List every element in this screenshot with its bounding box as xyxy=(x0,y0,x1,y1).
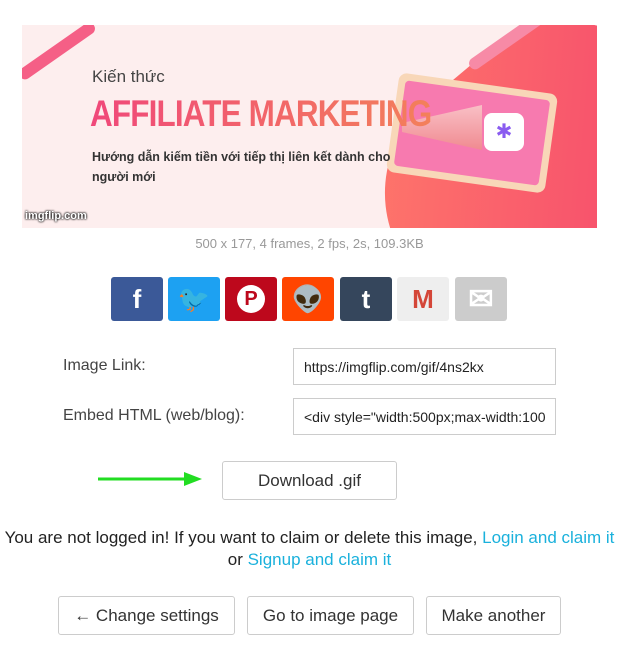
make-another-button[interactable]: Make another xyxy=(426,596,561,635)
arrow-icon xyxy=(98,472,202,486)
share-reddit-button[interactable]: 👽 xyxy=(282,277,334,321)
embed-html-label: Embed HTML (web/blog): xyxy=(63,407,245,424)
download-gif-button[interactable]: Download .gif xyxy=(222,461,397,500)
gif-image: ✱ Kiến thức AFFILIATE MARKETING Hướng dẫ… xyxy=(22,25,597,228)
login-message: You are not logged in! If you want to cl… xyxy=(0,527,619,571)
email-icon: ✉ xyxy=(468,282,494,316)
image-title: AFFILIATE MARKETING xyxy=(90,93,432,134)
share-facebook-button[interactable]: f xyxy=(111,277,163,321)
reddit-icon: 👽 xyxy=(291,283,325,314)
twitter-icon: 🐦 xyxy=(177,283,211,314)
image-info: 500 x 177, 4 frames, 2 fps, 2s, 109.3KB xyxy=(195,236,424,251)
gmail-icon: M xyxy=(412,283,434,314)
network-icon: ✱ xyxy=(484,113,524,151)
tumblr-icon: t xyxy=(361,283,371,314)
image-link-input[interactable] xyxy=(293,348,556,385)
image-link-label: Image Link: xyxy=(63,357,146,374)
share-pinterest-button[interactable]: P xyxy=(225,277,277,321)
change-settings-button[interactable]: ← Change settings xyxy=(58,596,235,635)
message-or: or xyxy=(227,550,248,569)
login-link[interactable]: Login and claim it xyxy=(482,528,614,547)
decor xyxy=(22,25,98,82)
go-to-image-page-button[interactable]: Go to image page xyxy=(247,596,414,635)
pinterest-icon: P xyxy=(237,285,265,313)
image-subtitle: Hướng dẫn kiếm tiền với tiếp thị liên kế… xyxy=(92,150,391,184)
facebook-icon: f xyxy=(132,283,142,314)
share-twitter-button[interactable]: 🐦 xyxy=(168,277,220,321)
image-kicker: Kiến thức xyxy=(92,67,165,86)
signup-link[interactable]: Signup and claim it xyxy=(248,550,392,569)
share-tumblr-button[interactable]: t xyxy=(340,277,392,321)
share-email-button[interactable]: ✉ xyxy=(455,277,507,321)
share-gmail-button[interactable]: M xyxy=(397,277,449,321)
message-text: You are not logged in! If you want to cl… xyxy=(4,528,483,547)
watermark: imgflip.com xyxy=(25,210,87,222)
embed-html-input[interactable] xyxy=(293,398,556,435)
